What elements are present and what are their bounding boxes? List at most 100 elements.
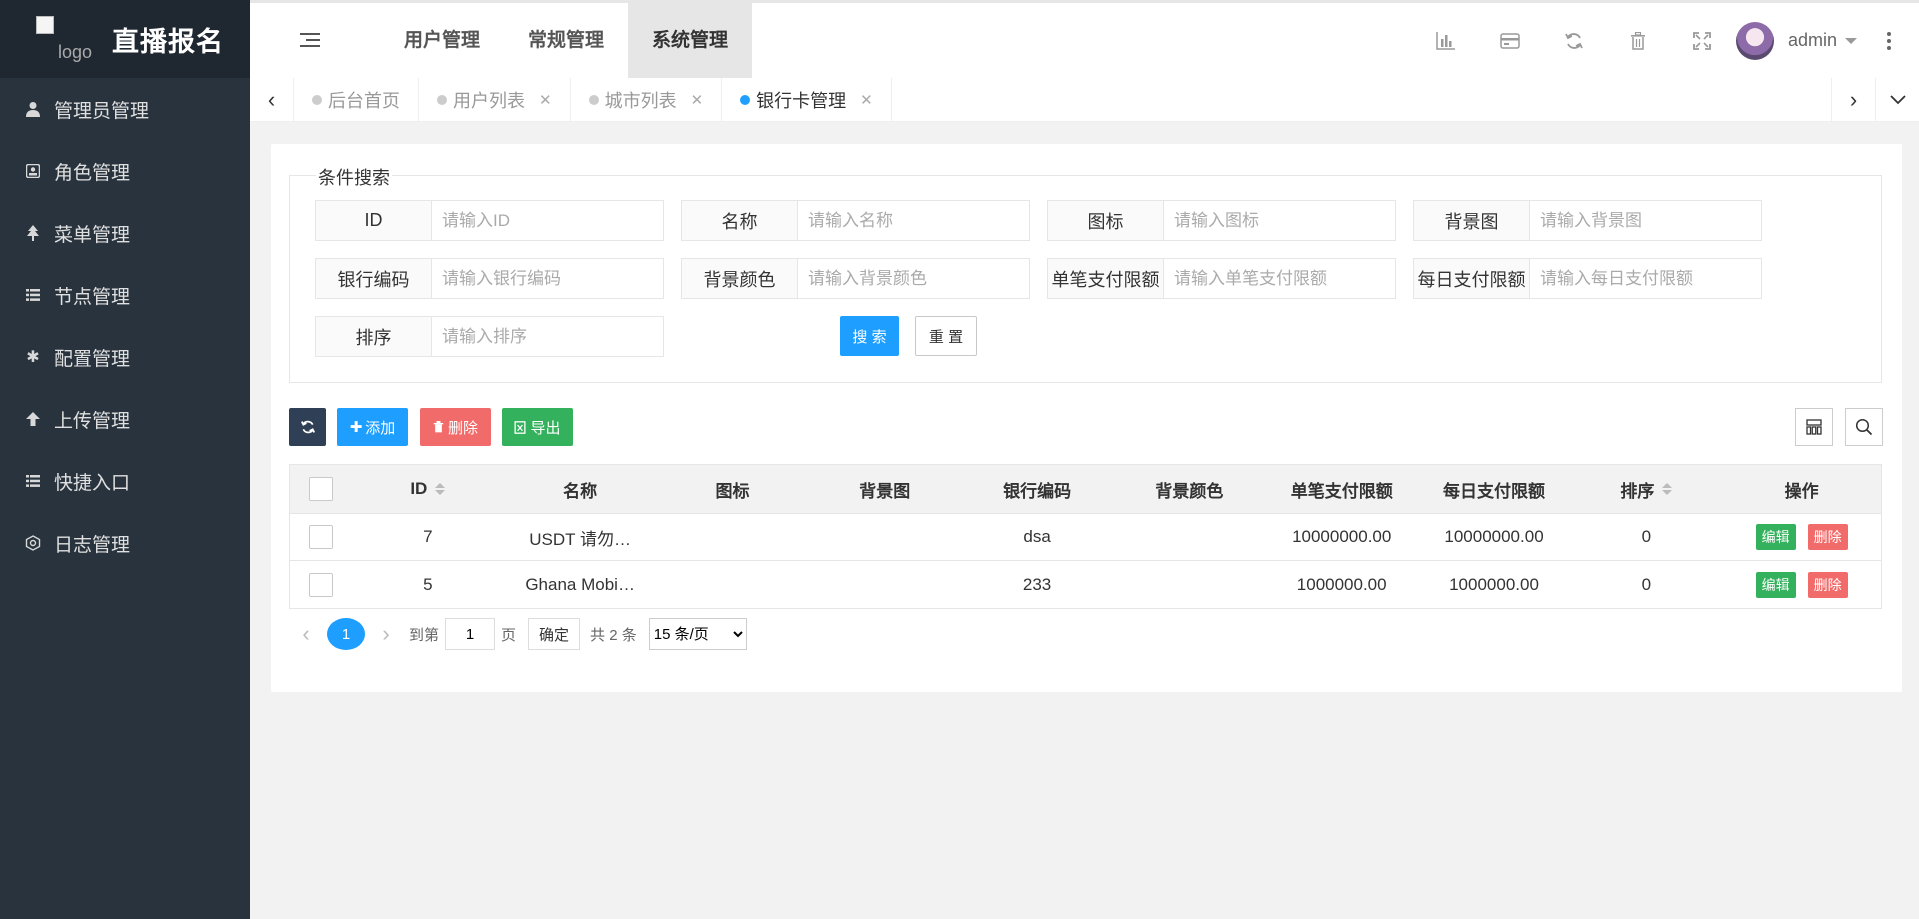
close-icon[interactable]: ✕ xyxy=(539,91,552,109)
sidebar-item-node[interactable]: 节点管理 xyxy=(0,264,250,326)
reset-button[interactable]: 重 置 xyxy=(915,316,977,356)
edit-button[interactable]: 编辑 xyxy=(1755,571,1796,598)
fullscreen-icon[interactable] xyxy=(1670,3,1734,78)
goto-confirm-button[interactable]: 确定 xyxy=(528,618,581,650)
delete-button[interactable]: 删除 xyxy=(420,408,491,446)
plus-icon: ✚ xyxy=(349,419,363,436)
card-icon[interactable] xyxy=(1478,3,1542,78)
row-delete-button[interactable]: 删除 xyxy=(1807,571,1848,598)
table-refresh-button[interactable] xyxy=(289,408,326,446)
header-checkbox-cell xyxy=(290,465,352,513)
tab-city-list[interactable]: 城市列表 ✕ xyxy=(571,78,723,122)
export-button[interactable]: 导出 xyxy=(502,408,573,446)
logo-image: logo xyxy=(36,16,100,62)
column-header-id[interactable]: ID xyxy=(352,465,504,513)
columns-filter-button[interactable] xyxy=(1795,408,1833,446)
tab-user-list[interactable]: 用户列表 ✕ xyxy=(419,78,571,122)
column-header-sort[interactable]: 排序 xyxy=(1570,465,1722,513)
row-delete-button[interactable]: 删除 xyxy=(1807,524,1848,550)
column-header-name: 名称 xyxy=(563,481,598,501)
column-header-bg-color: 背景颜色 xyxy=(1155,481,1224,501)
tab-label: 城市列表 xyxy=(604,91,677,111)
menu-toggle-icon[interactable] xyxy=(300,33,320,49)
sidebar-item-shortcut[interactable]: 快捷入口 xyxy=(0,450,250,512)
sidebar-menu: 管理员管理 角色管理 菜单管理 节点管理 ✱ 配置管理 上传管理 快捷入口 日志… xyxy=(0,78,250,574)
field-sort: 排序 xyxy=(315,316,664,357)
delete-label: 删除 xyxy=(447,419,478,437)
goto-page-input[interactable] xyxy=(445,618,496,650)
top-nav-system[interactable]: 系统管理 xyxy=(628,3,753,78)
sidebar-item-admin[interactable]: 管理员管理 xyxy=(0,78,250,140)
row-checkbox[interactable] xyxy=(308,572,333,597)
user-icon xyxy=(24,100,42,118)
tab-list: 后台首页 用户列表 ✕ 城市列表 ✕ 银行卡管理 ✕ xyxy=(294,78,892,122)
close-icon[interactable]: ✕ xyxy=(691,91,704,109)
tabs-bar: ‹ 后台首页 用户列表 ✕ 城市列表 ✕ 银行卡管理 ✕ › xyxy=(250,78,1919,122)
trash-icon xyxy=(433,421,444,433)
daily-limit-input[interactable] xyxy=(1530,259,1761,298)
table-row: 7 USDT 请勿… dsa 10000000.00 10000000.00 0… xyxy=(290,514,1881,561)
cell-bg-color xyxy=(1113,514,1266,560)
cell-bg-image xyxy=(808,561,961,608)
sidebar-item-label: 上传管理 xyxy=(54,410,131,432)
trash-icon[interactable] xyxy=(1606,3,1670,78)
chevron-right-icon[interactable]: › xyxy=(1831,78,1875,122)
close-icon[interactable]: ✕ xyxy=(860,91,873,109)
single-limit-input[interactable] xyxy=(1164,259,1395,298)
avatar xyxy=(1735,21,1774,60)
tab-home[interactable]: 后台首页 xyxy=(294,78,419,122)
sort-input[interactable] xyxy=(432,317,663,356)
cell-id: 7 xyxy=(423,527,433,546)
list-icon xyxy=(24,286,42,304)
sidebar-item-config[interactable]: ✱ 配置管理 xyxy=(0,326,250,388)
prev-page-icon[interactable]: ‹ xyxy=(289,621,323,647)
column-header-single-limit: 单笔支付限额 xyxy=(1290,481,1393,501)
data-table: ID 名称 图标 背景图 银行编码 背景颜色 单笔支付限额 每日支付限额 排序 … xyxy=(289,464,1882,609)
tab-bank-card[interactable]: 银行卡管理 ✕ xyxy=(722,78,892,122)
row-checkbox[interactable] xyxy=(308,525,333,549)
cell-daily-limit: 1000000.00 xyxy=(1449,574,1539,594)
next-page-icon[interactable]: › xyxy=(369,621,403,647)
column-header-actions: 操作 xyxy=(1784,481,1819,501)
bank-code-input[interactable] xyxy=(432,259,663,298)
refresh-icon[interactable] xyxy=(1542,3,1606,78)
main-panel: 条件搜索 ID 名称 图标 背景图 银行编码 背景颜色 单笔支付限额 xyxy=(271,144,1902,692)
tab-dot xyxy=(740,95,751,105)
chevron-left-icon[interactable]: ‹ xyxy=(250,78,294,122)
page-number-current[interactable]: 1 xyxy=(327,618,365,650)
sidebar-item-upload[interactable]: 上传管理 xyxy=(0,388,250,450)
search-button[interactable]: 搜 索 xyxy=(840,316,899,356)
cell-icon xyxy=(657,514,809,560)
sidebar-item-log[interactable]: 日志管理 xyxy=(0,512,250,574)
edit-button[interactable]: 编辑 xyxy=(1755,524,1796,550)
sidebar-item-menu[interactable]: 菜单管理 xyxy=(0,202,250,264)
sidebar-item-label: 管理员管理 xyxy=(54,100,150,122)
total-count: 共 2 条 xyxy=(590,626,637,644)
bg-color-input[interactable] xyxy=(798,259,1029,298)
toggle-search-button[interactable] xyxy=(1845,408,1883,446)
page-unit-label: 页 xyxy=(501,626,517,644)
app-title: 直播报名 xyxy=(112,26,224,57)
sort-icon[interactable] xyxy=(1662,483,1673,495)
field-bank-code: 银行编码 xyxy=(315,258,664,299)
cell-sort: 0 xyxy=(1641,574,1652,594)
sidebar-item-role[interactable]: 角色管理 xyxy=(0,140,250,202)
chevron-down-icon[interactable] xyxy=(1875,78,1919,122)
top-nav-general[interactable]: 常规管理 xyxy=(504,3,628,78)
page-size-select[interactable]: 15 条/页 xyxy=(648,618,747,650)
refresh-icon xyxy=(300,420,315,434)
chart-icon[interactable] xyxy=(1414,3,1478,78)
icon-input[interactable] xyxy=(1164,201,1395,240)
top-nav-user[interactable]: 用户管理 xyxy=(380,3,504,78)
bg-image-input[interactable] xyxy=(1530,201,1761,240)
sort-icon[interactable] xyxy=(435,483,446,495)
select-all-checkbox[interactable] xyxy=(308,477,333,501)
user-menu[interactable]: admin xyxy=(1735,21,1857,60)
add-button[interactable]: ✚ 添加 xyxy=(337,408,408,446)
name-input[interactable] xyxy=(798,201,1029,240)
id-input[interactable] xyxy=(432,201,663,240)
more-vertical-icon[interactable] xyxy=(1879,31,1899,50)
column-header-label: ID xyxy=(410,479,428,498)
role-icon xyxy=(24,162,42,180)
cell-bg-image xyxy=(808,514,961,560)
